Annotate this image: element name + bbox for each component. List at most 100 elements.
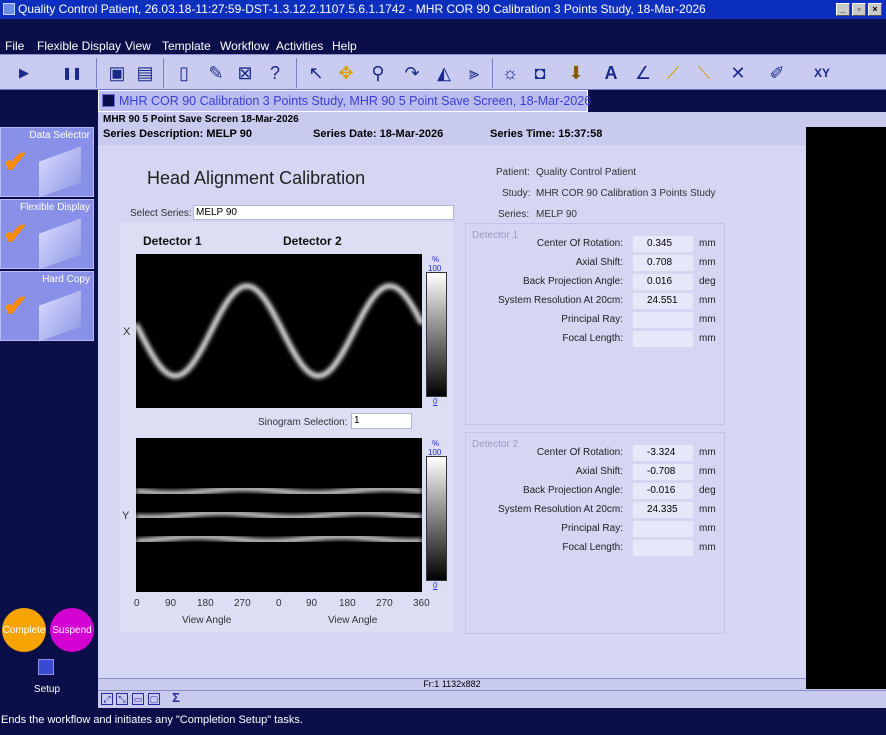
arrow-icon[interactable]: ⬇ bbox=[562, 59, 590, 87]
align-icon[interactable]: ⫸ bbox=[460, 59, 488, 87]
result-unit: mm bbox=[699, 257, 716, 268]
study-label: Study: bbox=[502, 188, 531, 199]
result-row: System Resolution At 20cm: 24.335 mm bbox=[466, 502, 726, 518]
flip-icon[interactable]: ◭ bbox=[430, 59, 458, 87]
complete-button[interactable]: Complete bbox=[2, 608, 46, 652]
result-label: Axial Shift: bbox=[575, 466, 623, 477]
result-value bbox=[633, 331, 693, 347]
fit-icon[interactable]: ⤢ bbox=[101, 693, 113, 705]
menu-flexible-display[interactable]: Flexible Display bbox=[37, 39, 121, 53]
result-unit: mm bbox=[699, 333, 716, 344]
menu-template[interactable]: Template bbox=[162, 39, 211, 53]
result-unit: mm bbox=[699, 447, 716, 458]
result-unit: deg bbox=[699, 276, 716, 287]
sinogram-selection-field[interactable]: 1 bbox=[351, 413, 412, 429]
window-icon[interactable]: ☼ bbox=[496, 59, 524, 87]
tool-icon[interactable]: ✕ bbox=[724, 59, 752, 87]
minimize-button[interactable]: _ bbox=[836, 3, 850, 16]
hard-copy-tile[interactable]: Hard Copy ✔ bbox=[0, 271, 94, 342]
new-icon[interactable]: ▯ bbox=[170, 59, 198, 87]
study-value: MHR COR 90 Calibration 3 Points Study bbox=[536, 188, 716, 199]
result-row: Focal Length: mm bbox=[466, 331, 726, 347]
menu-file[interactable]: File bbox=[5, 39, 24, 53]
sum-icon[interactable]: Σ bbox=[170, 691, 182, 705]
angle-icon[interactable]: ∠ bbox=[629, 59, 657, 87]
document-tab[interactable]: MHR COR 90 Calibration 3 Points Study, M… bbox=[98, 90, 591, 112]
xy-icon[interactable]: XY bbox=[808, 59, 836, 87]
suspend-button[interactable]: Suspend bbox=[50, 608, 94, 652]
select-series-field[interactable]: MELP 90 bbox=[193, 205, 454, 220]
text-icon[interactable]: A bbox=[597, 59, 625, 87]
colorbar-y bbox=[426, 456, 447, 581]
sinogram-x-image[interactable] bbox=[136, 254, 422, 408]
zoom-fit-icon[interactable]: ⤡ bbox=[116, 693, 128, 705]
layout-icon[interactable]: ▭ bbox=[132, 693, 144, 705]
data-selector-tile[interactable]: Data Selector ✔ bbox=[0, 127, 94, 198]
image-viewport[interactable] bbox=[806, 127, 886, 689]
menu-workflow[interactable]: Workflow bbox=[220, 39, 269, 53]
result-value: -0.708 bbox=[633, 464, 693, 480]
patient-label: Patient: bbox=[496, 167, 530, 178]
window-title-bar: Quality Control Patient, 26.03.18-11:27:… bbox=[0, 0, 886, 19]
pointer-icon[interactable]: ↖ bbox=[302, 59, 330, 87]
result-unit: mm bbox=[699, 295, 716, 306]
x-tick: 0 bbox=[134, 598, 140, 609]
select-series-label: Select Series: bbox=[130, 208, 192, 219]
ruler-icon[interactable]: ⟋ bbox=[659, 59, 687, 87]
colorbar-x bbox=[426, 272, 447, 397]
hard-copy-icon bbox=[39, 290, 81, 342]
result-unit: mm bbox=[699, 523, 716, 534]
frame-icon[interactable]: ◘ bbox=[526, 59, 554, 87]
close-button[interactable]: × bbox=[868, 3, 882, 16]
brightness-icon[interactable]: ✥ bbox=[332, 59, 360, 87]
pause-icon[interactable]: ❚❚ bbox=[58, 59, 86, 87]
menu-help[interactable]: Help bbox=[332, 39, 357, 53]
save-icon[interactable]: ▣ bbox=[103, 59, 131, 87]
result-label: System Resolution At 20cm: bbox=[497, 504, 623, 515]
x-tick: 360 bbox=[413, 598, 430, 609]
result-unit: mm bbox=[699, 238, 716, 249]
sinogram-y-image[interactable] bbox=[136, 438, 422, 592]
help-icon[interactable]: ? bbox=[261, 59, 289, 87]
detector1-plot-title: Detector 1 bbox=[143, 234, 202, 248]
series-date: Series Date: 18-Mar-2026 bbox=[313, 128, 444, 140]
toolbar: ▶ ❚❚ ▣ ▤ ▯ ✎ ⊠ ? ↖ ✥ ⚲ ↷ ◭ ⫸ ☼ ◘ ⬇ A ∠ ⟋… bbox=[0, 54, 886, 90]
colorbar-min: 0 bbox=[433, 397, 438, 406]
rotate-icon[interactable]: ↷ bbox=[398, 59, 426, 87]
result-row: System Resolution At 20cm: 24.551 mm bbox=[466, 293, 726, 309]
setup-label[interactable]: Setup bbox=[20, 684, 74, 695]
print-icon[interactable]: ▤ bbox=[131, 59, 159, 87]
result-value: 0.345 bbox=[633, 236, 693, 252]
detector2-results: Detector 2 Center Of Rotation: -3.324 mm Ax… bbox=[465, 432, 725, 634]
result-row: Principal Ray: mm bbox=[466, 521, 726, 537]
result-value bbox=[633, 540, 693, 556]
pen-icon[interactable]: ✐ bbox=[763, 59, 791, 87]
edit-icon[interactable]: ✎ bbox=[202, 59, 230, 87]
display-icon[interactable]: ▢ bbox=[148, 693, 160, 705]
result-value: 24.335 bbox=[633, 502, 693, 518]
measure-icon[interactable]: ⟍ bbox=[690, 59, 718, 87]
restore-button[interactable]: ▫ bbox=[852, 3, 866, 16]
result-unit: mm bbox=[699, 504, 716, 515]
menu-activities[interactable]: Activities bbox=[276, 39, 323, 53]
tile-label: Flexible Display bbox=[19, 202, 90, 213]
toolbar-separator bbox=[492, 58, 493, 88]
flexible-display-tile[interactable]: Flexible Display ✔ bbox=[0, 199, 94, 270]
result-label: Focal Length: bbox=[562, 542, 623, 553]
x-axis-marker: X bbox=[123, 326, 131, 338]
play-icon[interactable]: ▶ bbox=[10, 59, 38, 87]
toolbar-separator bbox=[296, 58, 297, 88]
delete-icon[interactable]: ⊠ bbox=[231, 59, 259, 87]
setup-icon[interactable] bbox=[38, 659, 54, 675]
status-bar: Ends the workflow and initiates any "Com… bbox=[0, 713, 886, 735]
menu-view[interactable]: View bbox=[125, 39, 151, 53]
view-angle-label-2: View Angle bbox=[328, 615, 378, 626]
result-value: 0.708 bbox=[633, 255, 693, 271]
colorbar-percent: % bbox=[432, 255, 440, 264]
result-value: -0.016 bbox=[633, 483, 693, 499]
result-value: -3.324 bbox=[633, 445, 693, 461]
x-tick: 90 bbox=[306, 598, 318, 609]
zoom-icon[interactable]: ⚲ bbox=[364, 59, 392, 87]
layout-icon bbox=[102, 94, 115, 107]
x-tick: 270 bbox=[234, 598, 251, 609]
